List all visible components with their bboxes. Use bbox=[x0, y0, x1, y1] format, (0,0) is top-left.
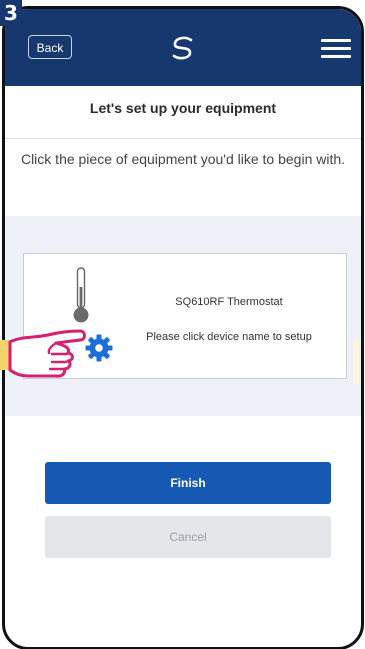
cancel-button[interactable]: Cancel bbox=[45, 516, 331, 558]
instruction-text: Click the piece of equipment you'd like … bbox=[20, 151, 346, 167]
back-button[interactable]: Back bbox=[28, 35, 72, 59]
salus-logo-icon bbox=[172, 36, 193, 60]
thermometer-icon bbox=[73, 267, 89, 323]
tutorial-screenshot: 3 Back Let's set up your equipment Click… bbox=[0, 0, 365, 649]
side-highlight-tab bbox=[353, 340, 359, 384]
finish-button[interactable]: Finish bbox=[45, 462, 331, 504]
gear-icon bbox=[85, 334, 113, 362]
hamburger-menu-icon[interactable] bbox=[321, 38, 351, 60]
device-setup-hint: Please click device name to setup bbox=[146, 331, 312, 343]
step-number-badge: 3 bbox=[0, 0, 22, 26]
page-title: Let's set up your equipment bbox=[89, 100, 277, 116]
top-app-bar: Back bbox=[5, 9, 361, 86]
device-name[interactable]: SQ610RF Thermostat bbox=[129, 296, 329, 308]
pointing-hand-icon bbox=[0, 329, 86, 378]
title-divider bbox=[5, 138, 361, 139]
